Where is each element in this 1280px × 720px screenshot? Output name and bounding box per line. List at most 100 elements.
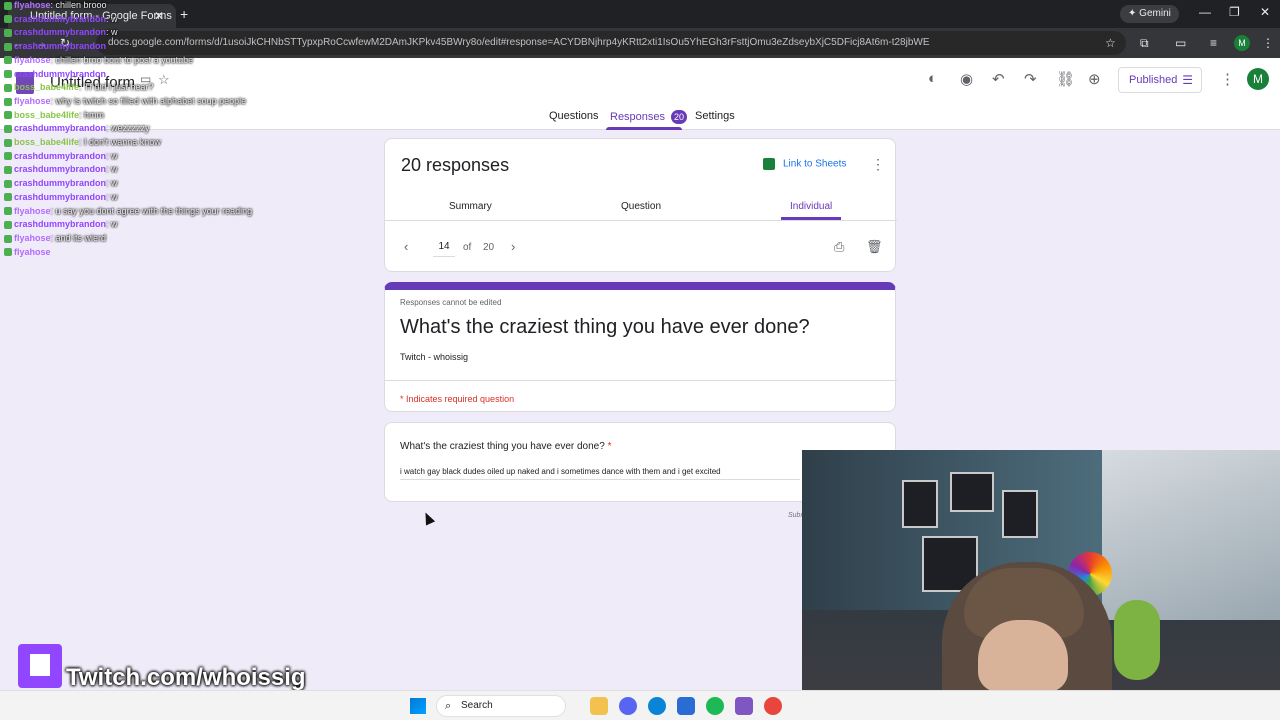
minimize-icon[interactable]: — <box>1199 5 1211 19</box>
response-index-input[interactable]: 14 <box>433 237 455 257</box>
chat-badge-icon <box>4 124 12 133</box>
tab-responses[interactable]: Responses 20 <box>610 110 688 124</box>
responses-card: 20 responses Link to Sheets ⋮ Summary Qu… <box>384 138 897 272</box>
chat-message: crashdummybrandon: w <box>4 164 118 174</box>
chat-message: crashdummybrandon: w <box>4 192 118 202</box>
address-bar-row: ← → ↻ docs.google.com/forms/d/1usoiJkCHN… <box>0 28 1280 58</box>
bookmark-star-icon[interactable]: ☆ <box>1105 36 1116 50</box>
browser-profile-avatar[interactable]: M <box>1234 35 1250 51</box>
chat-message: boss_babe4life: hmm <box>4 110 104 120</box>
chat-message: crashdummybrandon: w <box>4 27 118 37</box>
link-icon[interactable]: ⛓ <box>1056 70 1075 88</box>
link-to-sheets-button[interactable]: Link to Sheets <box>763 158 846 170</box>
divider <box>385 380 897 381</box>
restore-icon[interactable]: ❐ <box>1229 5 1240 19</box>
chat-username: crashdummybrandon <box>14 164 107 175</box>
chat-badge-icon <box>4 42 12 51</box>
chat-username: flyahose <box>14 54 51 65</box>
url-field[interactable]: docs.google.com/forms/d/1usoiJkCHNbSTTyp… <box>96 31 1126 55</box>
responses-heading: 20 responses <box>401 155 510 175</box>
question-label: What's the craziest thing you have ever … <box>400 441 612 452</box>
chat-badge-icon <box>4 166 12 175</box>
required-star: * <box>607 441 612 452</box>
chat-username: crashdummybrandon <box>14 219 107 230</box>
twitch-logo-glyph <box>30 654 50 676</box>
star-icon[interactable]: ☆ <box>158 72 170 88</box>
delete-icon[interactable]: 🗑 <box>866 239 883 255</box>
tab-questions[interactable]: Questions <box>549 110 599 122</box>
chat-text: : w <box>106 178 118 189</box>
chat-message: flyahose <box>4 247 51 257</box>
file-explorer-icon[interactable] <box>590 697 608 715</box>
chat-badge-icon <box>4 70 12 79</box>
chat-message: crashdummybrandon: w <box>4 151 118 161</box>
chat-text: : chillen broo bout to post a youtube <box>50 54 194 65</box>
cannot-edit-note: Responses cannot be edited <box>400 298 502 307</box>
question-text: What's the craziest thing you have ever … <box>400 441 605 452</box>
browser-tab-bar: Untitled form - Google Forms ✕ + ✦ Gemin… <box>0 0 1280 28</box>
undo-icon[interactable]: ↶ <box>992 70 1005 88</box>
browser-menu-icon[interactable]: ⋮ <box>1262 36 1274 50</box>
chat-text: : hmm <box>79 109 105 120</box>
more-options-icon[interactable]: ⋮ <box>1220 70 1235 88</box>
responses-count-badge: 20 <box>671 110 688 124</box>
search-icon: ⌕ <box>445 700 452 712</box>
taskbar-search[interactable]: ⌕ Search <box>436 695 566 717</box>
subtab-individual[interactable]: Individual <box>790 201 832 212</box>
responses-more-icon[interactable]: ⋮ <box>871 156 885 173</box>
windows-taskbar: ⌕ Search <box>0 690 1280 720</box>
chat-message: crashdummybrandon <box>4 69 106 79</box>
chat-message: crashdummybrandon: w <box>4 178 118 188</box>
discord-icon[interactable] <box>619 697 637 715</box>
previous-response-icon[interactable]: ‹ <box>404 239 408 254</box>
chat-text: : Tf did I just hear? <box>79 82 154 93</box>
chat-username: crashdummybrandon <box>14 68 107 79</box>
new-tab-icon[interactable]: + <box>180 6 188 22</box>
windows-start-icon[interactable] <box>410 698 426 714</box>
twitch-logo-icon <box>18 644 62 688</box>
chat-badge-icon <box>4 97 12 106</box>
app-icon[interactable] <box>735 697 753 715</box>
published-button[interactable]: Published ☰ <box>1118 67 1202 93</box>
palette-icon[interactable]: ◐ <box>928 70 937 87</box>
account-avatar[interactable]: M <box>1247 68 1269 90</box>
cast-icon[interactable]: ▭ <box>1175 36 1186 50</box>
chat-username: crashdummybrandon <box>14 123 107 134</box>
webcam-poster <box>1002 490 1038 538</box>
redo-icon[interactable]: ↷ <box>1024 70 1037 88</box>
form-heading: What's the craziest thing you have ever … <box>400 316 810 338</box>
chat-text: : w <box>106 27 118 38</box>
webcam-poster <box>950 472 994 512</box>
chat-text: : u say you dont agree with the things y… <box>50 205 253 216</box>
published-label: Published <box>1129 74 1178 86</box>
divider <box>385 220 897 221</box>
subtab-summary[interactable]: Summary <box>449 201 492 212</box>
chat-badge-icon <box>4 220 12 229</box>
chat-message: flyahose: and its wierd <box>4 233 106 243</box>
close-window-icon[interactable]: ✕ <box>1260 5 1270 19</box>
gemini-button[interactable]: ✦ Gemini <box>1120 5 1179 23</box>
preview-eye-icon[interactable]: ◉ <box>960 70 973 88</box>
chat-text: : w <box>106 219 118 230</box>
tab-close-icon[interactable]: ✕ <box>154 4 164 28</box>
edge-icon[interactable] <box>648 697 666 715</box>
extensions-icon[interactable]: ⧉ <box>1140 36 1149 51</box>
chat-badge-icon <box>4 248 12 257</box>
link-to-sheets-label: Link to Sheets <box>783 158 847 170</box>
chat-badge-icon <box>4 152 12 161</box>
tab-settings[interactable]: Settings <box>695 110 735 122</box>
subtab-question[interactable]: Question <box>621 201 661 212</box>
chat-text: : w <box>106 13 118 24</box>
forms-header: Untitled form ▭ ☆ ◐ ◉ ↶ ↷ ⛓ ⊕ Published … <box>0 58 1280 130</box>
chat-username: flyahose <box>14 232 51 243</box>
next-response-icon[interactable]: › <box>511 239 515 254</box>
chat-text: : w <box>106 164 118 175</box>
chrome-icon[interactable] <box>764 697 782 715</box>
tab-search-icon[interactable]: ≡ <box>1210 36 1217 50</box>
spotify-icon[interactable] <box>706 697 724 715</box>
chat-username: crashdummybrandon <box>14 13 107 24</box>
chat-text: : and its wierd <box>50 232 107 243</box>
add-collaborator-icon[interactable]: ⊕ <box>1088 70 1101 88</box>
store-icon[interactable] <box>677 697 695 715</box>
print-icon[interactable]: ⎙ <box>834 239 844 255</box>
